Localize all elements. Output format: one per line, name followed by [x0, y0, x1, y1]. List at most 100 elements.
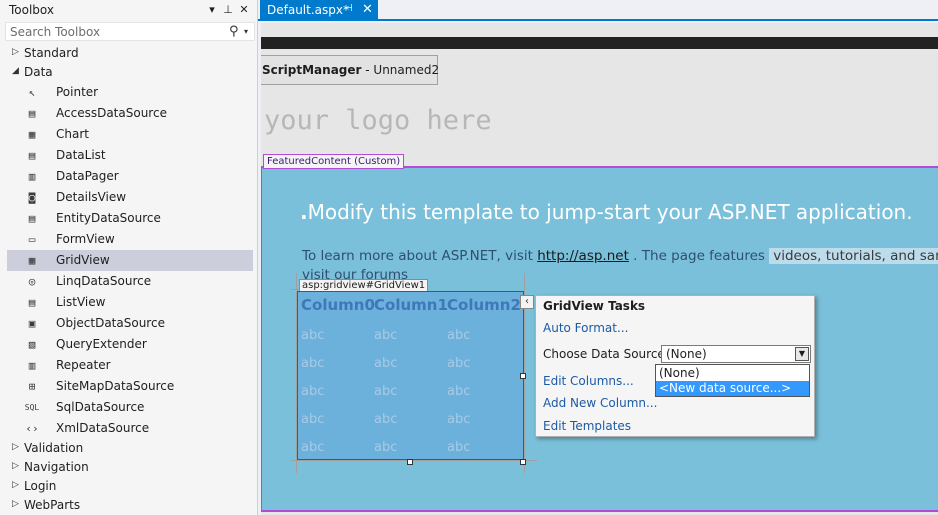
toolbox-category-validation[interactable]: ▷ Validation	[0, 439, 258, 458]
category-label: Validation	[24, 441, 84, 455]
toolbox-category-webparts[interactable]: ▷ WebParts	[0, 496, 258, 515]
collapsed-arrow-icon: ▷	[12, 461, 19, 471]
toolbox-item-entitydatasource[interactable]: ▤ EntityDataSource	[7, 208, 253, 229]
featured-content-tag[interactable]: FeaturedContent (Custom)	[263, 154, 405, 169]
toolbox-item-linqdatasource[interactable]: ◎ LinqDataSource	[7, 271, 253, 292]
toolbox-dropdown-button[interactable]: ▾	[205, 2, 219, 17]
toolbox-item-label: SiteMapDataSource	[56, 379, 175, 393]
toolbox-item-label: ObjectDataSource	[56, 316, 165, 330]
toolbox-item-queryextender[interactable]: ▧ QueryExtender	[7, 334, 253, 355]
data-source-options-list: (None) <New data source...>	[655, 364, 810, 397]
smart-tag-button[interactable]: ‹	[520, 295, 534, 309]
gridview-cell: abc	[301, 384, 325, 399]
listview-icon: ▤	[28, 296, 36, 309]
toolbox-item-chart[interactable]: ▦ Chart	[7, 124, 253, 145]
datalist-icon: ▤	[28, 149, 36, 162]
xmldatasource-icon: ‹›	[25, 422, 39, 435]
tab-label: Default.aspx*	[267, 3, 349, 17]
pin-icon[interactable]: ⊣	[344, 3, 353, 14]
toolbox-category-standard[interactable]: ▷ Standard	[0, 44, 258, 63]
intro-text: To learn more about ASP.NET, visit http:…	[302, 248, 938, 264]
toolbox-pin-button[interactable]: ⊥	[221, 2, 235, 17]
toolbox-item-sqldatasource[interactable]: SQL SqlDataSource	[7, 397, 253, 418]
toolbox-search-input[interactable]	[10, 25, 220, 39]
gridview-cell: abc	[301, 356, 325, 371]
toolbox-item-label: ListView	[56, 295, 106, 309]
auto-format-link[interactable]: Auto Format...	[543, 321, 628, 335]
toolbox-category-navigation[interactable]: ▷ Navigation	[0, 458, 258, 477]
toolbox-close-button[interactable]: ✕	[237, 2, 251, 17]
edit-templates-link[interactable]: Edit Templates	[543, 419, 631, 433]
resize-handle[interactable]	[520, 373, 526, 379]
gridview-cell: abc	[447, 356, 471, 371]
search-icon[interactable]: ⚲	[229, 23, 243, 40]
gridview-cell: abc	[374, 412, 398, 427]
formview-icon: ▭	[28, 233, 36, 246]
toolbox-category-data[interactable]: ◢ Data	[0, 63, 258, 82]
toolbox-category-login[interactable]: ▷ Login	[0, 477, 258, 496]
collapsed-arrow-icon: ▷	[12, 47, 19, 57]
gridview-cell: abc	[447, 440, 471, 455]
resize-handle[interactable]	[407, 459, 413, 465]
collapsed-arrow-icon: ▷	[12, 480, 19, 490]
toolbox-item-accessdatasource[interactable]: ▤ AccessDataSource	[7, 103, 253, 124]
sqldatasource-icon: SQL	[24, 403, 40, 412]
gridview-cell: abc	[447, 328, 471, 343]
gridview-cell: abc	[374, 384, 398, 399]
script-manager-text: ScriptManager - Unnamed2	[262, 63, 439, 77]
toolbox-item-repeater[interactable]: ▥ Repeater	[7, 355, 253, 376]
page-title: .Modify this template to jump-start your…	[300, 200, 913, 224]
toolbox-item-pointer[interactable]: ↖ Pointer	[7, 82, 253, 103]
queryextender-icon: ▧	[28, 338, 36, 351]
script-manager-control[interactable]: ScriptManager - Unnamed2	[261, 55, 439, 85]
toolbox-item-detailsview[interactable]: ◙ DetailsView	[7, 187, 253, 208]
toolbox-item-sitemapdatasource[interactable]: ⊞ SiteMapDataSource	[7, 376, 253, 397]
close-icon[interactable]: ✕	[362, 2, 373, 17]
pointer-icon: ↖	[28, 86, 36, 99]
toolbox-item-label: QueryExtender	[56, 337, 147, 351]
toolbox-header: Toolbox ▾ ⊥ ✕	[0, 0, 258, 20]
gridview-cell: abc	[447, 412, 471, 427]
script-manager-name: - Unnamed2	[361, 63, 440, 77]
toolbox-panel: Toolbox ▾ ⊥ ✕ ⚲ ▾ ▷ Standard ◢ Data ↖ Po…	[0, 0, 258, 515]
toolbox-item-datapager[interactable]: ▥ DataPager	[7, 166, 253, 187]
add-new-column-link[interactable]: Add New Column...	[543, 396, 657, 410]
gridview-icon: ▦	[28, 254, 36, 267]
design-surface[interactable]: ScriptManager - Unnamed2 your logo here …	[261, 23, 938, 515]
script-manager-type: ScriptManager	[262, 63, 362, 77]
gridview-column-header: Column1	[374, 296, 448, 314]
intro-highlight-text: videos, tutorials, and samp	[769, 248, 938, 264]
page-header-bar	[261, 37, 938, 49]
toolbox-item-datalist[interactable]: ▤ DataList	[7, 145, 253, 166]
resize-handle[interactable]	[520, 459, 526, 465]
choose-data-source-label: Choose Data Source:	[543, 347, 669, 361]
toolbox-item-formview[interactable]: ▭ FormView	[7, 229, 253, 250]
category-label: Standard	[24, 46, 79, 60]
headline-text: Modify this template to jump-start your …	[307, 200, 913, 224]
data-source-value: (None)	[666, 347, 707, 361]
headline-dot: .	[300, 200, 308, 224]
data-source-option-selected[interactable]: <New data source...>	[656, 381, 809, 396]
chevron-down-icon[interactable]: ▼	[795, 347, 809, 361]
gridview-control[interactable]: Column0 Column1 Column2 abc abc abc abc …	[297, 291, 524, 460]
gridview-cell: abc	[301, 440, 325, 455]
toolbox-item-listview[interactable]: ▤ ListView	[7, 292, 253, 313]
data-source-select[interactable]: (None) ▼	[661, 345, 811, 363]
toolbox-item-label: SqlDataSource	[56, 400, 145, 414]
toolbox-item-objectdatasource[interactable]: ▣ ObjectDataSource	[7, 313, 253, 334]
toolbox-item-label: DetailsView	[56, 190, 127, 204]
asp-net-link[interactable]: http://asp.net	[537, 248, 629, 264]
category-label: Login	[24, 479, 57, 493]
toolbox-item-label: Pointer	[56, 85, 99, 99]
tab-default-aspx[interactable]: Default.aspx* ⊣ ✕	[260, 0, 378, 21]
toolbox-item-label: Chart	[56, 127, 89, 141]
gridview-column-header: Column2	[447, 296, 521, 314]
toolbox-item-label: EntityDataSource	[56, 211, 161, 225]
collapsed-arrow-icon: ▷	[12, 499, 19, 509]
intro-text-after: . The page features	[628, 248, 770, 264]
data-source-option[interactable]: (None)	[656, 366, 809, 381]
toolbox-item-xmldatasource[interactable]: ‹› XmlDataSource	[7, 418, 253, 439]
search-options-chevron-down-icon[interactable]: ▾	[244, 23, 254, 40]
edit-columns-link[interactable]: Edit Columns...	[543, 374, 634, 388]
toolbox-item-gridview[interactable]: ▦ GridView	[7, 250, 253, 271]
